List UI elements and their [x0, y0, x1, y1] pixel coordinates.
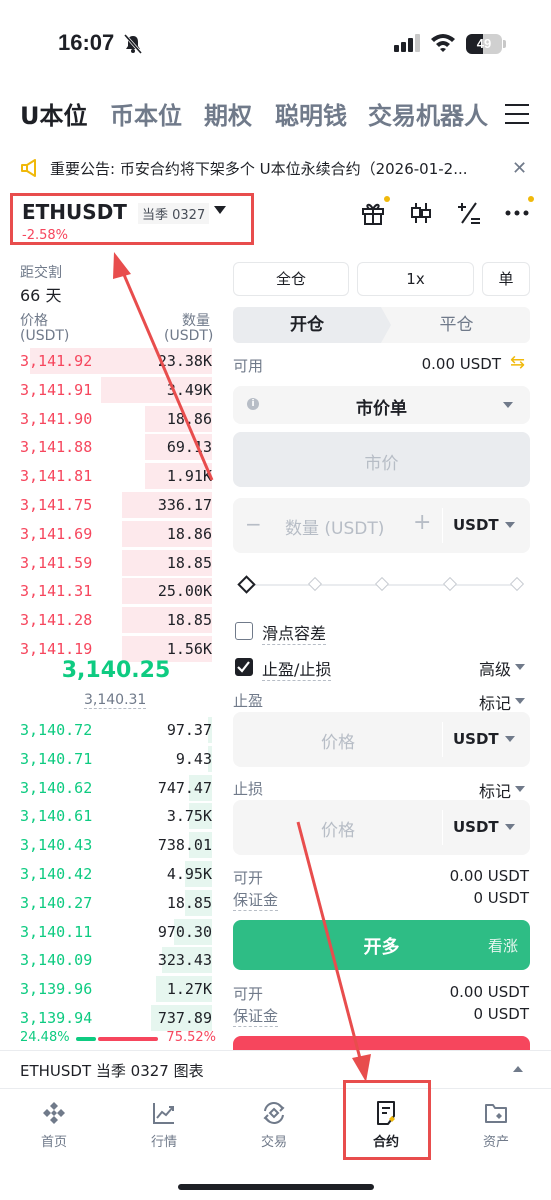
annotation-arrow-down	[296, 821, 364, 1067]
annotation-arrow-up	[120, 269, 214, 481]
annotation-arrowhead-up	[113, 252, 131, 279]
annotation-arrows	[113, 252, 371, 1082]
annotation-arrowhead-down	[352, 1054, 371, 1082]
